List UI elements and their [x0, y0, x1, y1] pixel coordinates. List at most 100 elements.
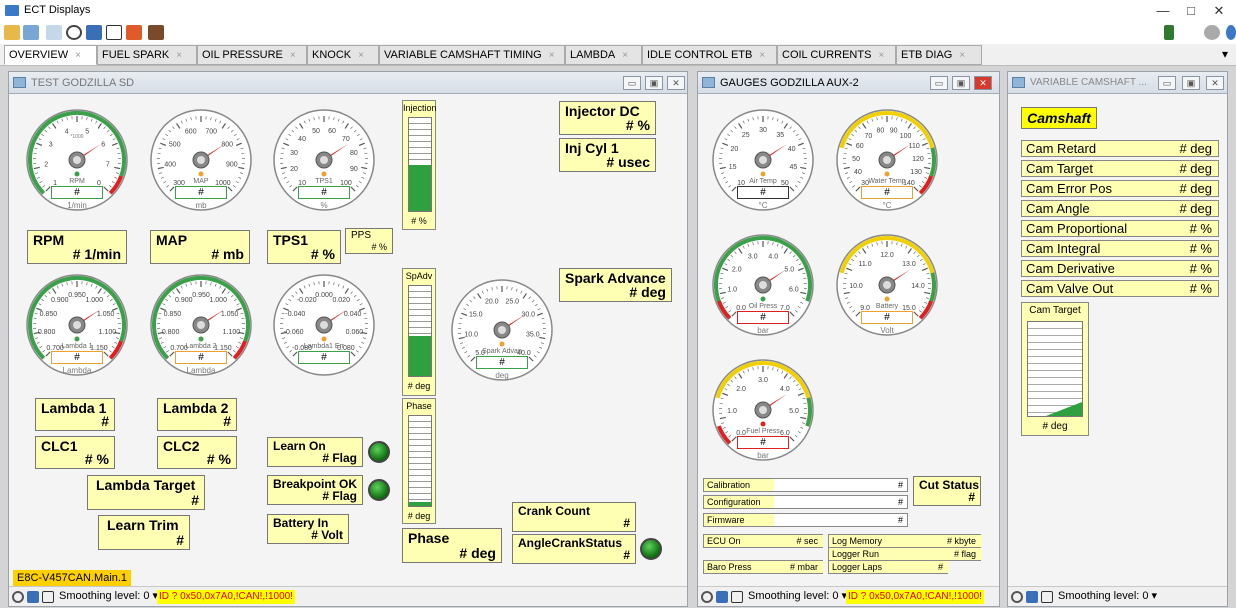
lambda2-box: Lambda 2 #: [157, 398, 237, 431]
binoculars-icon[interactable]: [148, 25, 164, 40]
panel-title-bar[interactable]: GAUGES GODZILLA AUX-2 ▭ ▣ ✕: [698, 72, 999, 94]
traffic-light-icon[interactable]: [1164, 25, 1174, 40]
gauge-spark-advance: 5.0 10.0 15.0 20.0 25.0 30.0 35.0 40.0 Spark Adv…: [447, 275, 557, 385]
gauge-status-dot: [321, 171, 327, 177]
maximize-button[interactable]: □: [1178, 2, 1204, 20]
gauge-tick-label: 6.0: [789, 286, 799, 293]
maximize-button[interactable]: ▣: [952, 76, 970, 90]
lambda-target-box: Lambda Target #: [87, 475, 205, 510]
gauge-lambda2: 0.700 0.800 0.850 0.900 0.950 1.000 1.050 1.100…: [146, 270, 256, 380]
book-icon[interactable]: [1026, 591, 1038, 603]
tab-close-icon[interactable]: ×: [759, 50, 765, 61]
close-button[interactable]: ✕: [667, 76, 685, 90]
export-icon[interactable]: [42, 591, 54, 603]
gauge-tick-label: -0.040: [285, 311, 305, 318]
box-value: # %: [206, 451, 231, 467]
tab-close-icon[interactable]: ×: [959, 50, 965, 61]
gauge-tick-label: 0.060: [346, 329, 364, 336]
breakpoint-ok-box: Breakpoint OK # Flag: [267, 475, 363, 505]
gauge-tick-label: 0.040: [344, 311, 362, 318]
row-value: # flag: [953, 549, 976, 559]
timer-icon[interactable]: [701, 591, 713, 603]
panel-title-bar[interactable]: TEST GODZILLA SD ▭ ▣ ✕: [9, 72, 687, 94]
timer-icon[interactable]: [12, 591, 24, 603]
gauge-tick-label: 1.000: [209, 297, 227, 304]
tab-etb-diag[interactable]: ETB DIAG ×: [896, 45, 982, 65]
book-icon[interactable]: [86, 25, 102, 40]
row-value: # kbyte: [946, 536, 976, 546]
tab-dropdown-icon[interactable]: ▾: [1222, 47, 1228, 61]
tab-idle-control-etb[interactable]: IDLE CONTROL ETB ×: [642, 45, 777, 65]
timer-icon[interactable]: [1011, 591, 1023, 603]
title-bar: ECT Displays — □ ✕: [0, 0, 1236, 22]
tab-close-icon[interactable]: ×: [176, 50, 182, 61]
row-label: Configuration: [707, 497, 761, 507]
tab-overview[interactable]: OVERVIEW ×: [4, 45, 97, 65]
tab-coil-currents[interactable]: COIL CURRENTS ×: [777, 45, 896, 65]
export-icon[interactable]: [106, 25, 122, 40]
minimize-button[interactable]: ▭: [623, 76, 641, 90]
tab-close-icon[interactable]: ×: [358, 50, 364, 61]
tab-close-icon[interactable]: ×: [878, 50, 884, 61]
bar-label: Cam Target: [1029, 305, 1081, 316]
tab-close-icon[interactable]: ×: [549, 50, 555, 61]
smoothing-level-dropdown[interactable]: Smoothing level: 0 ▾: [59, 587, 158, 606]
gauge-value: #: [175, 186, 227, 199]
gauge-tick-label: 900: [226, 161, 238, 168]
gauge-tick-label: 80: [350, 150, 358, 157]
tab-close-icon[interactable]: ×: [290, 50, 296, 61]
row-value: # sec: [796, 536, 818, 546]
ecu-on-row: ECU On # sec: [703, 534, 824, 548]
book-icon[interactable]: [27, 591, 39, 603]
close-button[interactable]: ✕: [974, 76, 992, 90]
tab-lambda[interactable]: LAMBDA ×: [565, 45, 642, 65]
learn-trim-box: Learn Trim #: [98, 515, 190, 550]
tab-variable-camshaft-timing[interactable]: VARIABLE CAMSHAFT TIMING ×: [379, 45, 565, 65]
lambda1-box: Lambda 1 #: [35, 398, 115, 431]
smoothing-level-dropdown[interactable]: Smoothing level: 0 ▾: [1058, 587, 1157, 606]
minimize-button[interactable]: ▭: [1158, 76, 1176, 90]
smoothing-level-dropdown[interactable]: Smoothing level: 0 ▾: [748, 587, 847, 606]
minimize-button[interactable]: ▭: [930, 76, 948, 90]
box-label: Crank Count: [518, 504, 590, 518]
gauge-tick-label: 50: [852, 156, 860, 163]
cursor-icon[interactable]: [46, 25, 62, 40]
tab-close-icon[interactable]: ×: [75, 50, 81, 61]
tab-oil-pressure[interactable]: OIL PRESSURE ×: [197, 45, 307, 65]
export-icon[interactable]: [1041, 591, 1053, 603]
tab-knock[interactable]: KNOCK ×: [307, 45, 379, 65]
gear-icon[interactable]: [1204, 25, 1220, 40]
open-folder-icon[interactable]: [4, 25, 20, 40]
row-label: Cam Error Pos: [1026, 181, 1112, 196]
export-icon[interactable]: [731, 591, 743, 603]
bar-track: [408, 415, 432, 507]
book-icon[interactable]: [716, 591, 728, 603]
help-icon[interactable]: [1226, 25, 1236, 40]
close-button[interactable]: ✕: [1206, 2, 1232, 20]
gauge-tick-label: 0.000: [315, 292, 333, 299]
gauge-tick-label: 2: [44, 161, 48, 168]
minimize-button[interactable]: —: [1150, 2, 1176, 20]
panel-test-godzilla-sd: TEST GODZILLA SD ▭ ▣ ✕ 1 2 3 4 5 6 7 0 *1000 RPM #…: [8, 71, 688, 607]
gauge-tick-label: 60: [328, 128, 336, 135]
gauge-tick-label: 11.0: [859, 261, 872, 268]
map-box: MAP # mb: [150, 230, 250, 264]
maximize-button[interactable]: ▣: [1182, 76, 1200, 90]
lock-icon[interactable]: [126, 25, 142, 40]
maximize-button[interactable]: ▣: [645, 76, 663, 90]
box-value: #: [101, 413, 109, 429]
gauge-tick-label: 800: [221, 142, 233, 149]
tab-close-icon[interactable]: ×: [622, 50, 628, 61]
box-label: Lambda 1: [41, 400, 107, 416]
timer-icon[interactable]: [66, 25, 82, 40]
cam-proportional-row: Cam Proportional # %: [1021, 220, 1219, 237]
gauge-tick-label: 0.020: [332, 297, 350, 304]
panel-title-bar[interactable]: VARIABLE CAMSHAFT ... ▭ ▣ ✕: [1008, 72, 1227, 94]
gauge-tick-label: 1.100: [223, 329, 241, 336]
baro-press-row: Baro Press # mbar: [703, 560, 824, 574]
phase-bar: Phase # deg: [402, 398, 436, 524]
window-icon[interactable]: [23, 25, 39, 40]
close-button[interactable]: ✕: [1206, 76, 1224, 90]
tab-fuel-spark[interactable]: FUEL SPARK ×: [97, 45, 197, 65]
gauge-tick-label: 30: [290, 150, 298, 157]
